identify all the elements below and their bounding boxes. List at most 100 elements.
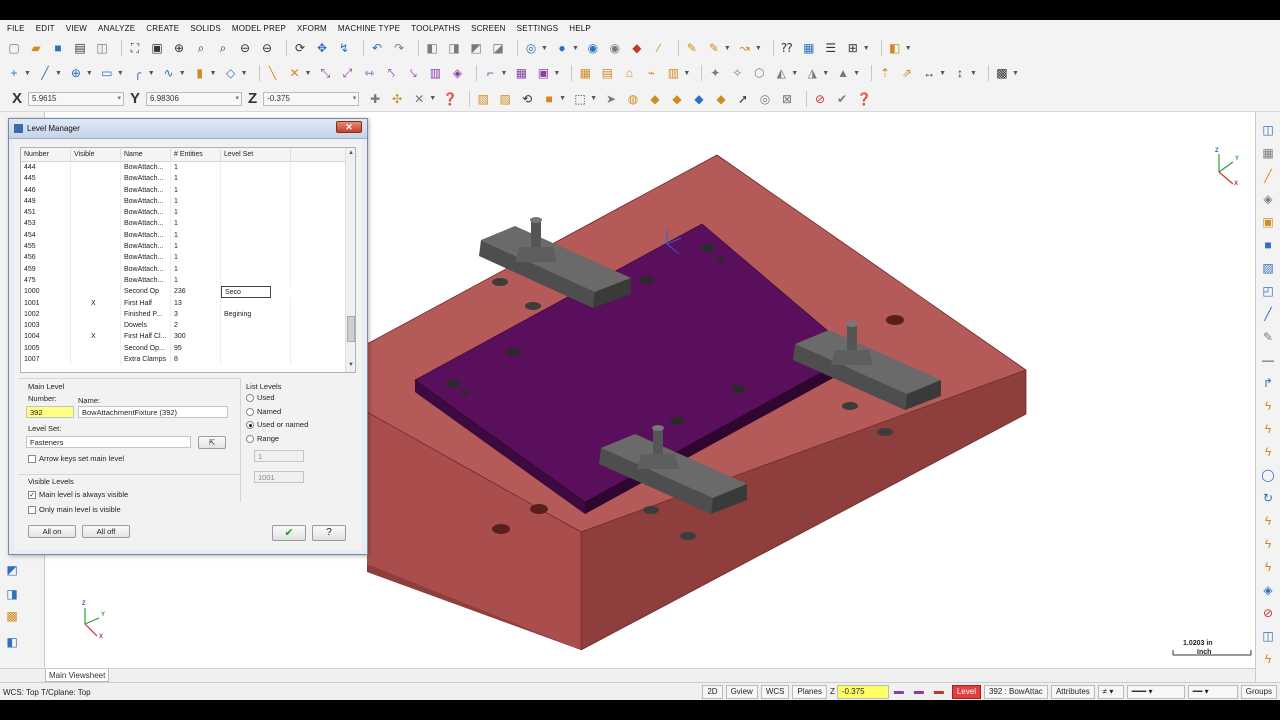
pencil-icon[interactable]: ✎ <box>684 40 700 56</box>
translucency-icon[interactable]: ◉ <box>585 40 601 56</box>
help-pointer-icon[interactable]: ⁇ <box>779 40 795 56</box>
arrow-keys-checkbox[interactable]: Arrow keys set main level <box>28 454 124 463</box>
print-preview-icon[interactable]: ◫ <box>94 40 110 56</box>
verify-icon[interactable]: ◎ <box>757 91 773 107</box>
menu-machine-type[interactable]: MACHINE TYPE <box>338 24 400 33</box>
main-level-name-input[interactable]: BowAttachmentFixture (392) <box>78 406 228 418</box>
print-icon[interactable]: ▤ <box>72 40 88 56</box>
status-line-width-select[interactable]: ━━ ▾ <box>1187 684 1238 699</box>
autocursor-settings-icon[interactable]: ✣ <box>389 91 405 107</box>
calculator-icon[interactable]: ▦ <box>801 40 817 56</box>
solid-face-icon[interactable]: ◆ <box>647 91 663 107</box>
dimension-horizontal-icon[interactable]: ↔ <box>921 65 937 81</box>
right-lightning-4-icon[interactable]: ϟ <box>1260 651 1276 667</box>
select-window-icon[interactable]: ▨ <box>497 91 513 107</box>
status-z-input[interactable]: -0.375 <box>836 684 889 699</box>
list-named-radio[interactable]: Named <box>246 407 281 416</box>
xform-mirror-icon[interactable]: ⇿ <box>361 65 377 81</box>
gview-icon[interactable]: ↯ <box>336 40 352 56</box>
table-row[interactable]: 455 BowAttach... 1 <box>21 241 355 253</box>
help-icon[interactable]: ❓ <box>442 91 458 107</box>
model-prep-icon[interactable]: ◮ <box>804 65 820 81</box>
menu-screen[interactable]: SCREEN <box>471 24 506 33</box>
right-spiral-icon[interactable]: ↻ <box>1260 490 1276 506</box>
xform-scale-icon[interactable]: ⤣ <box>383 65 399 81</box>
right-export-icon[interactable]: ◰ <box>1260 283 1276 299</box>
zoom-target-icon[interactable]: ⊕ <box>171 40 187 56</box>
cube-right-icon[interactable]: ◩ <box>468 40 484 56</box>
solid-extrude-icon[interactable]: ▮ <box>192 65 208 81</box>
box-icon[interactable]: ▤ <box>599 65 615 81</box>
table-row[interactable]: 1003 Dowels 2 <box>21 320 355 332</box>
cube-front-icon[interactable]: ◨ <box>446 40 462 56</box>
z-coord-input[interactable]: -0.375 <box>263 91 360 106</box>
right-box-icon[interactable]: ▣ <box>1260 214 1276 230</box>
menu-toolpaths[interactable]: TOOLPATHS <box>411 24 460 33</box>
status-2d-button[interactable]: 2D <box>702 684 723 699</box>
toolpath-icon[interactable]: ⌁ <box>643 65 659 81</box>
right-line-icon[interactable]: ╱ <box>1260 168 1276 184</box>
column-name[interactable]: Name <box>121 148 171 162</box>
layout-icon[interactable]: ⊞ <box>845 40 861 56</box>
pointer-icon[interactable]: ➤ <box>603 91 619 107</box>
ok-button[interactable]: ✔ <box>272 525 306 541</box>
fast-point-icon[interactable]: ✚ <box>367 91 383 107</box>
level-visible-cell[interactable] <box>71 354 121 366</box>
chest-icon[interactable]: ▥ <box>665 65 681 81</box>
shaded-sphere-icon[interactable]: ● <box>554 40 570 56</box>
cube-top-icon[interactable]: ◧ <box>424 40 440 56</box>
level-visible-cell[interactable] <box>71 320 121 332</box>
table-row[interactable]: 453 BowAttach... 1 <box>21 218 355 230</box>
right-lightning-3-icon[interactable]: ϟ <box>1260 444 1276 460</box>
column-entities[interactable]: # Entities <box>171 148 221 162</box>
table-row[interactable]: 446 BowAttach... 1 <box>21 184 355 196</box>
redo-icon[interactable]: ↷ <box>391 40 407 56</box>
table-row[interactable]: 456 BowAttach... 1 <box>21 252 355 264</box>
select-chain-icon[interactable]: ▧ <box>475 91 491 107</box>
menu-xform[interactable]: XFORM <box>297 24 327 33</box>
arrow-diagonal-icon[interactable]: ⇗ <box>899 65 915 81</box>
double-pencil-icon[interactable]: ✎ <box>706 40 722 56</box>
list-used-radio[interactable]: Used <box>246 393 275 402</box>
list-range-radio[interactable]: Range <box>246 434 279 443</box>
status-planes-button[interactable]: Planes <box>792 684 827 699</box>
scroll-thumb[interactable] <box>347 316 355 342</box>
confirm-selection-icon[interactable]: ✔ <box>834 91 850 107</box>
stock-icon[interactable]: ▣ <box>535 65 551 81</box>
menu-solids[interactable]: SOLIDS <box>190 24 221 33</box>
line-icon[interactable]: ╱ <box>37 65 53 81</box>
trim-icon[interactable]: ╲ <box>265 65 281 81</box>
xform-translate-icon[interactable]: ⤡ <box>317 65 333 81</box>
dialog-close-button[interactable]: ✕ <box>336 121 362 133</box>
repaint-icon[interactable]: ▣ <box>149 40 165 56</box>
unzoom-icon[interactable]: ⊖ <box>237 40 253 56</box>
table-row[interactable]: 459 BowAttach... 1 <box>21 263 355 275</box>
solid-edge-icon[interactable]: ◆ <box>669 91 685 107</box>
y-coord-input[interactable]: 6.98306 <box>146 91 243 106</box>
level-set-select-button[interactable]: ⇱ <box>198 436 226 449</box>
status-level-select[interactable]: 392 : BowAttac <box>983 684 1048 699</box>
status-gview-button[interactable]: Gview <box>725 684 758 699</box>
range-from-input[interactable]: 1 <box>254 450 304 462</box>
xform-offset-icon[interactable]: ⤥ <box>405 65 421 81</box>
zoom-window-icon[interactable]: ⌕ <box>193 40 209 56</box>
solid-body-icon[interactable]: ◆ <box>691 91 707 107</box>
rectangle-icon[interactable]: ▭ <box>99 65 115 81</box>
column-level-set[interactable]: Level Set <box>221 148 291 162</box>
main-always-visible-checkbox[interactable]: ✓ Main level is always visible <box>28 490 128 499</box>
zoom-selected-icon[interactable]: ⌕ <box>215 40 231 56</box>
all-off-button[interactable]: All off <box>82 525 130 538</box>
select-entity-icon[interactable]: ◍ <box>625 91 641 107</box>
level-visible-cell[interactable] <box>71 207 121 219</box>
shading-icon[interactable]: ◉ <box>607 40 623 56</box>
table-row[interactable]: 1004 X First Half Cl... 300 <box>21 331 355 343</box>
level-visible-cell[interactable] <box>71 162 121 174</box>
right-cube-2-icon[interactable]: ◈ <box>1260 582 1276 598</box>
window-select-icon[interactable]: ⬚ <box>572 91 588 107</box>
level-set-input[interactable]: Fasteners <box>26 436 191 448</box>
x-coord-input[interactable]: 5.9615 <box>28 91 125 106</box>
menu-edit[interactable]: EDIT <box>36 24 55 33</box>
table-row[interactable]: 445 BowAttach... 1 <box>21 173 355 185</box>
status-color-2-icon[interactable]: ▬ <box>912 686 926 698</box>
spline-icon[interactable]: ∿ <box>161 65 177 81</box>
